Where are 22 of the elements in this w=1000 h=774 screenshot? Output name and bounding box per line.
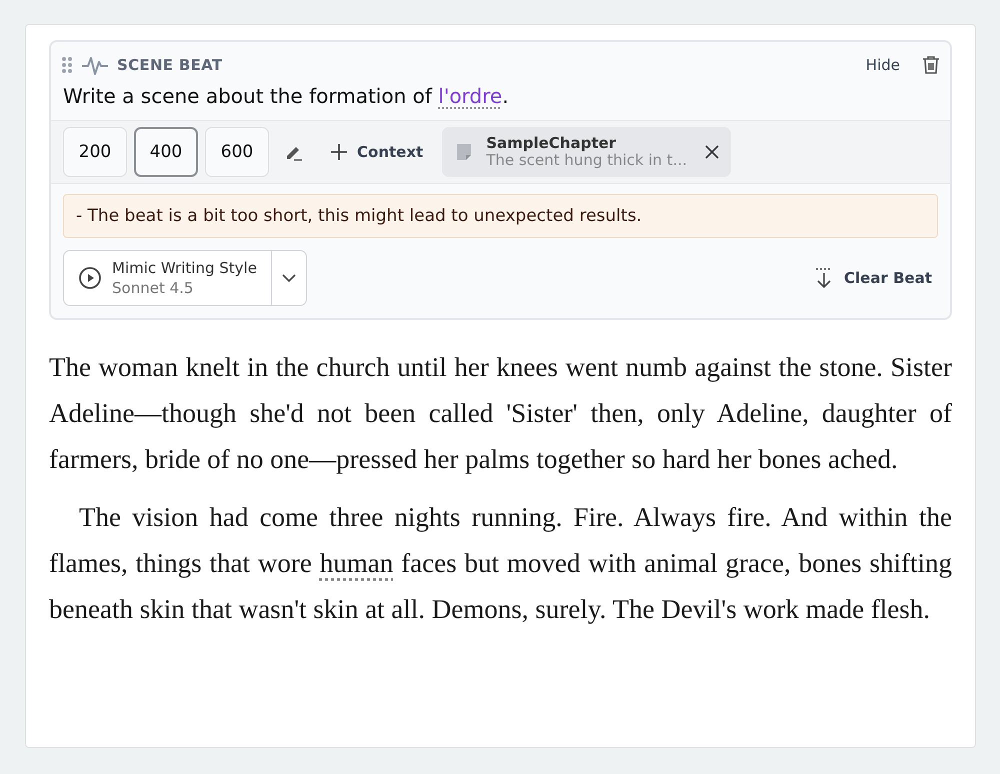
codex-link[interactable]: l'ordre [438, 84, 502, 108]
plus-icon [329, 142, 349, 162]
word-count-button[interactable]: 600 [205, 127, 269, 177]
chip-title: SampleChapter [486, 135, 618, 152]
word-count-button[interactable]: 400 [134, 127, 198, 177]
generate-button[interactable]: Mimic Writing Style Sonnet 4.5 [64, 251, 272, 305]
add-context-button[interactable]: Context [311, 142, 436, 162]
trash-icon[interactable] [922, 55, 940, 75]
section-label: SCENE BEAT [117, 56, 222, 74]
chip-excerpt: The scent hung thick in t... [486, 152, 687, 169]
context-chip[interactable]: SampleChapter The scent hung thick in t... [442, 127, 731, 177]
story-paragraph: The vision had come three nights running. Fire. Always fire. And within the flames, things that wore human faces but moved with animal grace, bones shifting beneath skin that wasn't skin at all. Demons, surely. The Devil's work made flesh. [49, 501, 952, 626]
clear-beat-button[interactable]: Clear Beat [808, 266, 938, 290]
codex-link[interactable]: human [320, 548, 394, 578]
warning-message: - The beat is a bit too short, this might lead to unexpected results. [63, 194, 938, 238]
drag-handle-icon[interactable] [61, 56, 73, 74]
play-icon [78, 266, 102, 290]
beat-prompt[interactable]: Write a scene about the formation of l'ordre. [51, 76, 950, 120]
hide-button[interactable]: Hide [866, 56, 914, 74]
pulse-icon [81, 54, 109, 76]
story-paragraph: The woman knelt in the church until her knees went numb against the stone. Sister Adeline—though she'd not been called 'Sister' then, only Adeline, daughter of farmers, bride of no one—pressed her palms together so hard her bones ached. [49, 351, 952, 476]
word-count-button[interactable]: 200 [63, 127, 127, 177]
